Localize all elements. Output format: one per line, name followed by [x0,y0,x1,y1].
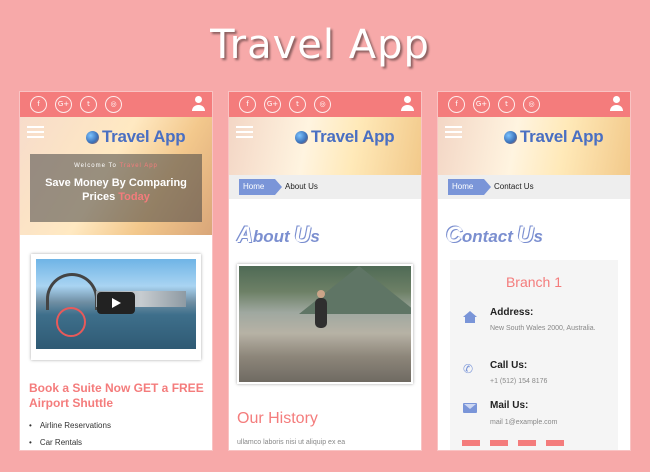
header-banner: Travel App [229,117,421,175]
breadcrumb: Home About Us [229,175,421,199]
phone-icon: ✆ [463,362,474,376]
hero-welcome-prefix: Welcome To [74,163,117,169]
hero-title-line1: Save Money By Comparing [45,177,187,189]
title-text: bout [252,227,295,246]
footer-button[interactable] [518,440,536,446]
mail-label: Mail Us: [490,400,529,411]
title-text: s [310,227,320,246]
footer-button[interactable] [546,440,564,446]
contact-card: Branch 1 Address: New South Wales 2000, … [450,260,618,450]
title-cap: U [517,222,534,247]
header-banner: Travel App Welcome To Travel App Save Mo… [20,117,212,235]
services-list: Airline Reservations Car Rentals [29,421,111,450]
dribbble-icon[interactable]: ◎ [314,96,331,113]
page-headline: Travel App [210,22,430,68]
social-links: f G+ t ◎ [239,96,331,113]
hero-banner: Welcome To Travel App Save Money By Comp… [30,154,202,222]
hero-welcome: Welcome To Travel App [30,163,202,169]
list-item: Car Rentals [29,438,111,447]
breadcrumb-home[interactable]: Home [448,179,491,195]
call-label: Call Us: [490,360,528,371]
globe-icon [295,130,308,144]
logo[interactable]: Travel App [295,127,395,147]
play-icon[interactable] [97,292,135,314]
home-icon [463,311,477,323]
top-bar: f G+ t ◎ [229,92,421,117]
phone-screen-about: f G+ t ◎ Travel App Home About Us About … [229,92,421,450]
page-title: Contact Us [446,222,543,248]
google-plus-icon[interactable]: G+ [264,96,281,113]
facebook-icon[interactable]: f [30,96,47,113]
breadcrumb: Home Contact Us [438,175,630,199]
footer-button[interactable] [462,440,480,446]
about-photo [237,264,413,384]
history-text: ullamco laboris nisi ut aliquip ex ea [237,439,346,446]
logo-text: Travel App [102,127,186,146]
video-thumbnail[interactable] [36,259,196,349]
title-cap: C [446,222,462,247]
social-footer-buttons [462,440,564,446]
user-icon[interactable] [191,96,205,112]
logo-text: Travel App [311,127,395,146]
list-item: Airline Reservations [29,421,111,430]
footer-button[interactable] [490,440,508,446]
twitter-icon[interactable]: t [80,96,97,113]
hero-title-accent: Today [118,191,150,203]
facebook-icon[interactable]: f [448,96,465,113]
offer-heading: Book a Suite Now GET a FREE Airport Shut… [29,381,204,410]
user-icon[interactable] [609,96,623,112]
menu-icon[interactable] [445,126,462,141]
twitter-icon[interactable]: t [289,96,306,113]
logo-text: Travel App [520,127,604,146]
phone-screen-contact: f G+ t ◎ Travel App Home Contact Us Cont… [438,92,630,450]
header-banner: Travel App [438,117,630,175]
globe-icon [86,130,99,144]
branch-title: Branch 1 [505,274,563,290]
logo[interactable]: Travel App [504,127,604,147]
breadcrumb-current: Contact Us [494,182,534,191]
hero-welcome-brand: Travel App [119,163,158,169]
address-value: New South Wales 2000, Australia. [490,325,596,332]
user-icon[interactable] [400,96,414,112]
top-bar: f G+ t ◎ [438,92,630,117]
twitter-icon[interactable]: t [498,96,515,113]
menu-icon[interactable] [236,126,253,141]
social-links: f G+ t ◎ [30,96,122,113]
title-text: ontact [461,227,518,246]
address-label: Address: [490,307,534,318]
logo[interactable]: Travel App [86,127,186,147]
history-heading: Our History [237,410,318,427]
call-value[interactable]: +1 (512) 154 8176 [490,376,600,387]
social-links: f G+ t ◎ [448,96,540,113]
hero-title: Save Money By Comparing Prices Today [30,176,202,204]
google-plus-icon[interactable]: G+ [473,96,490,113]
globe-icon [504,130,517,144]
title-cap: A [237,222,253,247]
top-bar: f G+ t ◎ [20,92,212,117]
video-card [31,254,201,360]
google-plus-icon[interactable]: G+ [55,96,72,113]
hero-title-line2: Prices [82,191,116,203]
breadcrumb-home[interactable]: Home [239,179,282,195]
title-text: s [533,227,543,246]
mail-value[interactable]: mail 1@example.com [490,417,600,428]
dribbble-icon[interactable]: ◎ [523,96,540,113]
menu-icon[interactable] [27,126,44,141]
dribbble-icon[interactable]: ◎ [105,96,122,113]
page-title: About Us [237,222,320,248]
title-cap: U [294,222,311,247]
mail-icon [463,403,477,413]
phone-screen-home: f G+ t ◎ Travel App Welcome To Travel Ap… [20,92,212,450]
facebook-icon[interactable]: f [239,96,256,113]
breadcrumb-current: About Us [285,182,318,191]
